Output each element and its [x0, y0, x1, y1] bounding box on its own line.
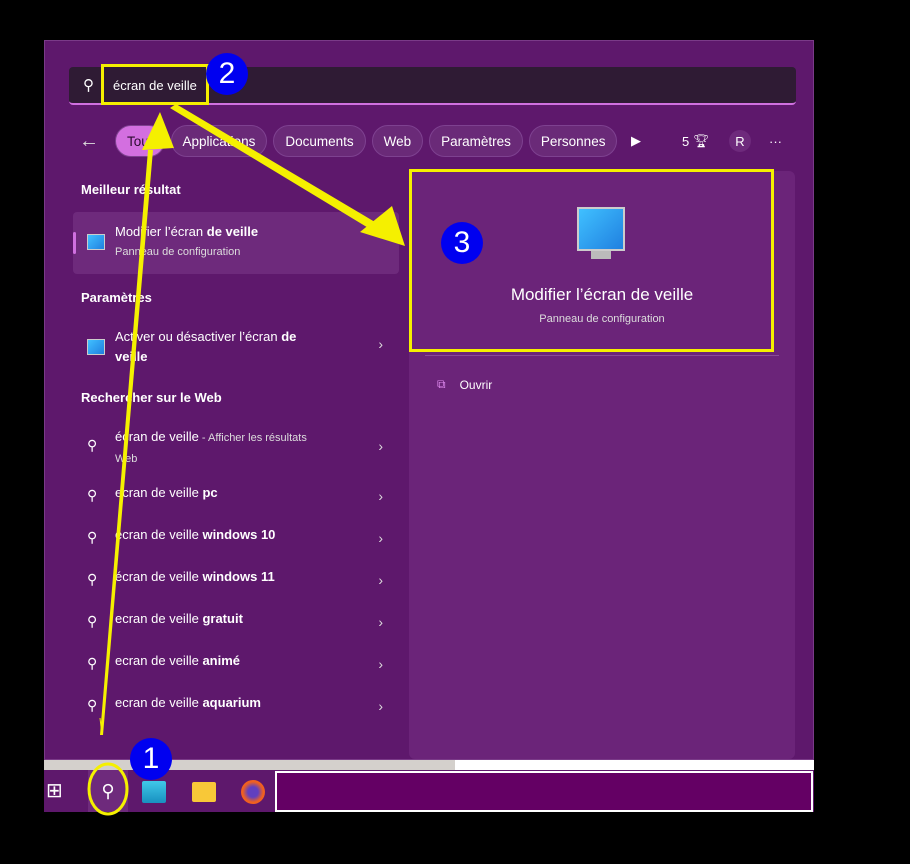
step-badge-3: 3	[441, 222, 483, 264]
search-text-highlight	[101, 64, 209, 105]
annotation-arrows	[87, 104, 405, 816]
step-badge-2: 2	[206, 53, 248, 95]
arrow-right-shaft	[170, 104, 380, 232]
search-highlight-circle	[87, 762, 129, 816]
step-badge-1: 1	[130, 738, 172, 780]
arrow-up-shaft	[100, 150, 153, 735]
arrow-up-head	[142, 112, 174, 150]
